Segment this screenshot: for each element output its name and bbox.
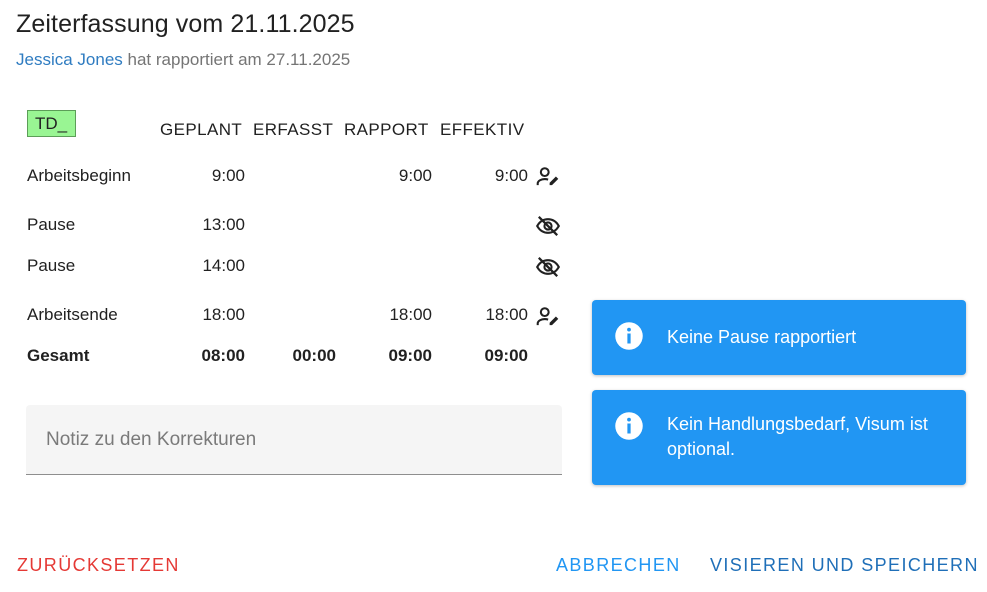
row-label-gesamt: Gesamt — [27, 346, 90, 365]
user-link[interactable]: Jessica Jones — [16, 50, 123, 69]
eye-off-icon[interactable] — [535, 213, 561, 239]
cancel-button[interactable]: ABBRECHEN — [556, 555, 681, 576]
cell-rapport: 18:00 — [389, 305, 432, 324]
row-label-pause: Pause — [27, 215, 76, 234]
alert-visum-optional: Kein Handlungsbedarf, Visum ist optional… — [592, 390, 966, 485]
column-header-rapport: RAPPORT — [344, 120, 429, 139]
info-icon — [614, 411, 644, 441]
alert-no-break: Keine Pause rapportiert — [592, 300, 966, 375]
total-rapport: 09:00 — [388, 346, 432, 365]
page-title: Zeiterfassung vom 21.11.2025 — [16, 10, 355, 38]
correction-note-input[interactable] — [26, 405, 562, 474]
cell-effektiv: 9:00 — [494, 166, 528, 185]
total-erfasst: 00:00 — [292, 346, 336, 365]
approve-and-save-button[interactable]: VISIEREN UND SPEICHERN — [710, 555, 979, 576]
alert-text: Keine Pause rapportiert — [667, 327, 857, 347]
cell-geplant: 14:00 — [202, 256, 245, 275]
note-field-container — [26, 405, 562, 475]
person-edit-icon[interactable] — [535, 304, 561, 330]
cell-geplant: 9:00 — [211, 166, 245, 185]
row-label-pause: Pause — [27, 256, 76, 275]
column-header-erfasst: ERFASST — [253, 120, 334, 139]
row-label-arbeitsbeginn: Arbeitsbeginn — [27, 166, 131, 185]
reported-date-text: hat rapportiert am 27.11.2025 — [127, 50, 351, 69]
column-header-geplant: GEPLANT — [160, 120, 243, 139]
reset-button[interactable]: ZURÜCKSETZEN — [17, 555, 180, 576]
column-header-effektiv: EFFEKTIV — [440, 120, 525, 139]
row-label-arbeitsende: Arbeitsende — [27, 305, 118, 324]
cell-geplant: 18:00 — [202, 305, 245, 324]
cell-rapport: 9:00 — [398, 166, 432, 185]
total-geplant: 08:00 — [201, 346, 245, 365]
total-effektiv: 09:00 — [484, 346, 528, 365]
cell-effektiv: 18:00 — [485, 305, 528, 324]
info-icon — [614, 321, 644, 351]
time-type-badge: TD_ — [27, 110, 76, 137]
person-edit-icon[interactable] — [535, 164, 561, 190]
cell-geplant: 13:00 — [202, 215, 245, 234]
alert-text: Kein Handlungsbedarf, Visum ist optional… — [667, 414, 928, 459]
eye-off-icon[interactable] — [535, 254, 561, 280]
report-subtitle: Jessica Jones hat rapportiert am 27.11.2… — [16, 50, 350, 70]
